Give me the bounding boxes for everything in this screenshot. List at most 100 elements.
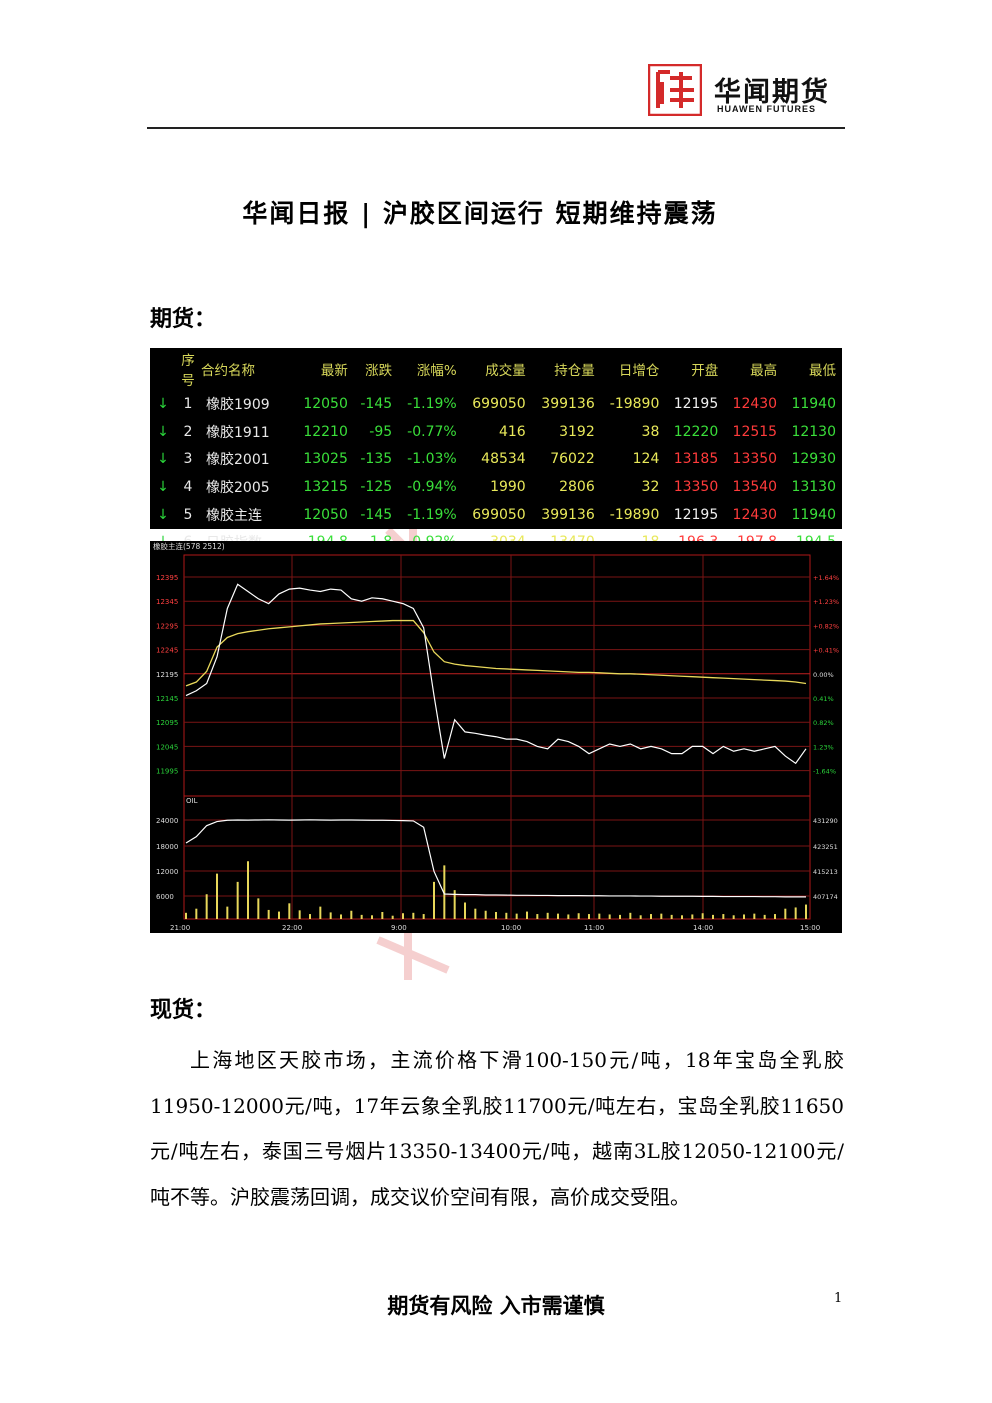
spot-market-paragraph: 上海地区天胶市场，主流价格下滑100-150元/吨，18年宝岛全乳胶11950-… — [150, 1038, 844, 1220]
volume: 48534 — [481, 451, 526, 468]
daily-oi-change: 38 — [641, 423, 660, 440]
oi-tick-label: 431290 — [813, 817, 838, 825]
row-index: 1 — [183, 395, 193, 412]
change: -145 — [360, 506, 393, 523]
contract-name: 橡胶1911 — [206, 424, 270, 441]
daily-oi-change: -19890 — [609, 506, 660, 523]
column-header[interactable]: 合约名称 — [200, 348, 295, 390]
low-price: 12930 — [791, 451, 836, 468]
price-tick-label: 12395 — [156, 574, 178, 582]
volume-tick-label: 6000 — [156, 893, 174, 901]
open-price: 12195 — [673, 506, 719, 523]
percent-tick-label: +1.64% — [813, 574, 839, 582]
column-header[interactable]: 最低 — [783, 348, 842, 390]
time-tick-label: 9:00 — [391, 924, 407, 932]
open-price: 12220 — [673, 423, 719, 440]
column-header[interactable]: 日增仓 — [601, 348, 666, 390]
page-number: 1 — [834, 1291, 843, 1306]
daily-oi-change: 32 — [641, 478, 660, 495]
percent-tick-label: -1.64% — [813, 768, 836, 776]
volume-tick-label: 24000 — [156, 817, 178, 825]
logo-english-name: HUAWEN FUTURES — [717, 104, 816, 114]
volume: 699050 — [472, 395, 526, 412]
column-header[interactable]: 涨跌 — [354, 348, 398, 390]
last-price: 13025 — [303, 451, 348, 468]
oi-tick-label: 415213 — [813, 868, 838, 876]
row-index: 4 — [183, 478, 193, 495]
change: -95 — [369, 423, 393, 440]
price-tick-label: 12095 — [156, 719, 178, 727]
low-price: 11940 — [791, 395, 836, 412]
low-price: 12130 — [791, 423, 836, 440]
percent-tick-label: 0.00% — [813, 671, 834, 679]
time-tick-label: 22:00 — [282, 924, 302, 932]
quote-row[interactable]: ↓ 3 橡胶2001 13025 -135 -1.03% 48534 76022 124 1318… — [150, 445, 842, 473]
open-interest: 399136 — [541, 506, 595, 523]
row-index: 2 — [183, 423, 193, 440]
quote-header-row: 序号 合约名称 最新 涨跌 涨幅% 成交量 持仓量 日增仓 开盘 最高 最低 — [150, 348, 842, 390]
percent-tick-label: +0.82% — [813, 622, 839, 630]
spot-market-text: 上海地区天胶市场，主流价格下滑100-150元/吨，18年宝岛全乳胶11950-… — [150, 1048, 844, 1209]
open-interest: 399136 — [541, 395, 595, 412]
report-title: 华闻日报 | 沪胶区间运行 短期维持震荡 — [242, 199, 718, 228]
column-header[interactable]: 成交量 — [463, 348, 532, 390]
open-price: 12195 — [673, 395, 719, 412]
volume: 699050 — [472, 506, 526, 523]
open-interest: 3192 — [559, 423, 595, 440]
open-interest: 76022 — [550, 451, 595, 468]
intraday-chart-svg: 橡胶主连(578 2512) 12395 +1.64% 12345 +1.23% 1229… — [153, 541, 839, 932]
quote-row[interactable]: ↓ 5 橡胶主连 12050 -145 -1.19% 699050 399136 -19890 1… — [150, 501, 842, 529]
high-price: 12430 — [732, 395, 778, 412]
change: -125 — [360, 478, 393, 495]
section-heading-spot: 现货： — [150, 997, 217, 1023]
column-header[interactable]: 涨幅% — [398, 348, 463, 390]
price-tick-label: 12195 — [156, 671, 178, 679]
high-price: 12515 — [732, 423, 778, 440]
header-rule — [147, 127, 845, 129]
change: -135 — [360, 451, 393, 468]
contract-name: 橡胶主连 — [206, 507, 262, 524]
column-header[interactable]: 开盘 — [665, 348, 724, 390]
open-interest: 2806 — [559, 478, 595, 495]
row-index: 5 — [183, 506, 193, 523]
volume: 416 — [498, 423, 526, 440]
percent-tick-label: 1.23% — [813, 743, 834, 751]
low-price: 13130 — [791, 478, 836, 495]
percent-tick-label: 0.41% — [813, 695, 834, 703]
column-header[interactable]: 最高 — [724, 348, 783, 390]
quote-row[interactable]: ↓ 2 橡胶1911 12210 -95 -0.77% 416 3192 38 12220 1251… — [150, 418, 842, 446]
time-tick-label: 10:00 — [501, 924, 521, 932]
quote-row[interactable]: ↓ 1 橡胶1909 12050 -145 -1.19% 699050 399136 -1989… — [150, 390, 842, 418]
header-arrow-col — [150, 348, 176, 390]
volume: 1990 — [490, 478, 526, 495]
column-header[interactable]: 最新 — [295, 348, 354, 390]
last-price: 12210 — [303, 423, 348, 440]
price-tick-label: 12245 — [156, 647, 178, 655]
price-tick-label: 11995 — [156, 768, 178, 776]
logo-mark-icon — [648, 64, 702, 116]
contract-name: 橡胶2001 — [206, 452, 270, 469]
contract-name: 橡胶1909 — [206, 396, 270, 413]
risk-footer: 期货有风险 入市需谨慎 — [387, 1294, 605, 1318]
daily-oi-change: -19890 — [609, 395, 660, 412]
down-arrow-icon: ↓ — [157, 478, 169, 495]
volume-tick-label: 12000 — [156, 868, 178, 876]
quote-row[interactable]: ↓ 4 橡胶2005 13215 -125 -0.94% 1990 2806 32 13350 13… — [150, 473, 842, 501]
down-arrow-icon: ↓ — [157, 395, 169, 412]
open-price: 13185 — [673, 451, 719, 468]
change-percent: -1.19% — [407, 395, 457, 412]
column-header[interactable]: 持仓量 — [532, 348, 601, 390]
percent-tick-label: 0.82% — [813, 719, 834, 727]
price-tick-label: 12345 — [156, 598, 178, 606]
average-price-line — [185, 619, 807, 687]
last-price: 12050 — [303, 395, 348, 412]
row-index: 3 — [183, 451, 193, 468]
price-tick-label: 12295 — [156, 622, 178, 630]
time-tick-label: 14:00 — [693, 924, 713, 932]
last-price: 12050 — [303, 506, 348, 523]
column-header[interactable]: 序号 — [176, 348, 200, 390]
percent-tick-label: +1.23% — [813, 598, 839, 606]
percent-tick-label: +0.41% — [813, 647, 839, 655]
company-logo: 华闻期货 HUAWEN FUTURES — [648, 64, 848, 116]
section-heading-futures: 期货： — [150, 306, 217, 332]
